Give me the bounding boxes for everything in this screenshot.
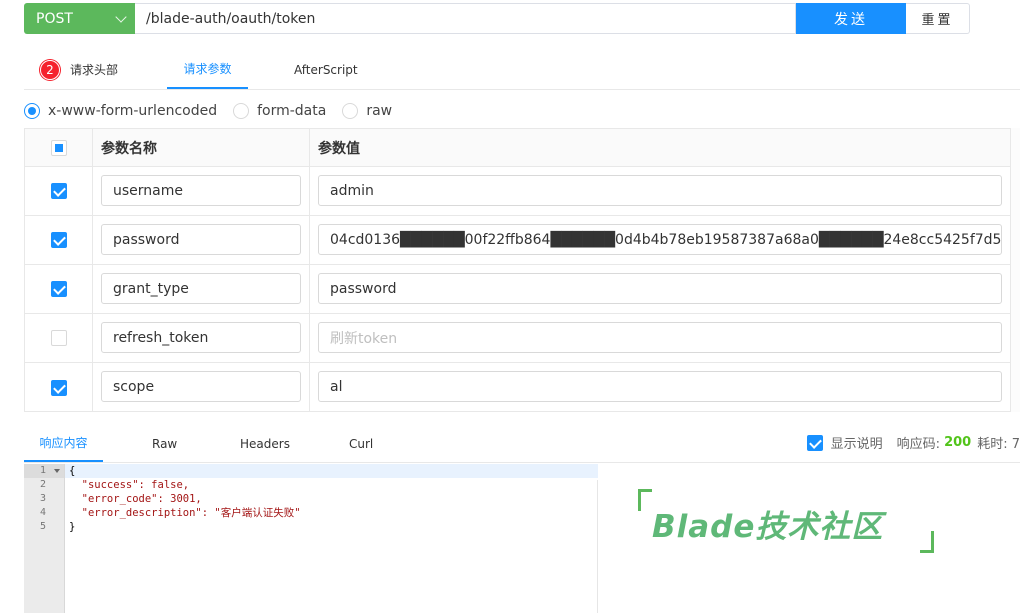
- param-name-input[interactable]: scope: [101, 371, 301, 402]
- select-all-checkbox[interactable]: [50, 139, 67, 156]
- bracket-open-icon: [638, 489, 652, 511]
- send-button[interactable]: 发送: [796, 3, 906, 34]
- param-name-input[interactable]: refresh_token: [101, 322, 301, 353]
- radio-label: raw: [366, 103, 393, 119]
- tab-label: AfterScript: [294, 62, 358, 77]
- status-code: 200: [944, 435, 972, 450]
- show-desc-label: 显示说明: [830, 437, 883, 452]
- radio-form-data[interactable]: form-data: [233, 103, 326, 119]
- select-all-cell: [25, 129, 93, 166]
- row-checkbox[interactable]: [50, 281, 67, 297]
- fold-arrow-icon[interactable]: [54, 469, 60, 473]
- row-checkbox[interactable]: [50, 379, 67, 396]
- tab-afterscript[interactable]: AfterScript: [294, 50, 358, 89]
- line-gutter: 1 2 3 4 5: [24, 464, 65, 613]
- param-value-input[interactable]: password: [318, 273, 1002, 304]
- tab-raw[interactable]: Raw: [152, 425, 177, 462]
- row-checkbox[interactable]: [50, 330, 67, 346]
- code-area: { "success": false, "error_code": 3001, …: [65, 464, 598, 534]
- radio-dot-icon: [233, 103, 250, 119]
- line-number: 5: [39, 521, 46, 532]
- watermark-text: Blade技术社区: [652, 509, 884, 545]
- url-input[interactable]: /blade-auth/oauth/token: [135, 3, 796, 34]
- code-line: "error_code": 3001,: [69, 493, 202, 505]
- code-line: "error_description": "客户端认证失败": [69, 507, 301, 519]
- request-bar: POST /blade-auth/oauth/token 发送 重置: [24, 3, 970, 34]
- param-value-input[interactable]: 刷新token: [318, 322, 1002, 353]
- radio-dot-icon: [24, 103, 40, 119]
- table-row: username admin: [25, 167, 1020, 216]
- param-value-input[interactable]: 04cd0136██████00f22ffb864██████0d4b4b78e…: [318, 224, 1002, 255]
- line-number: 3: [39, 493, 46, 504]
- table-scroll-edge: [1010, 128, 1020, 412]
- tab-request-headers[interactable]: 2 请求头部: [40, 50, 118, 89]
- code-line: {: [65, 464, 598, 478]
- table-row: password 04cd0136██████00f22ffb864██████…: [25, 216, 1020, 265]
- line-number: 1: [24, 464, 64, 478]
- watermark-logo: Blade技术社区: [632, 489, 936, 555]
- url-value: /blade-auth/oauth/token: [146, 10, 316, 27]
- table-row: grant_type password: [25, 265, 1020, 314]
- column-header-value: 参数值: [310, 129, 1011, 166]
- tab-label: 请求参数: [183, 62, 232, 76]
- method-select[interactable]: POST: [24, 3, 135, 34]
- pane-divider: [597, 480, 598, 613]
- row-checkbox[interactable]: [50, 183, 67, 199]
- param-name-input[interactable]: username: [101, 175, 301, 206]
- code-line: "success": false,: [69, 479, 190, 491]
- params-table: 参数名称 参数值 username admin password 04cd013…: [24, 128, 1020, 412]
- table-row: refresh_token 刷新token: [25, 314, 1020, 363]
- response-meta: 显示说明 响应码: 200 耗时: 7: [806, 433, 1020, 452]
- count-badge: 2: [40, 59, 60, 80]
- table-row: scope al: [25, 363, 1020, 412]
- request-tabs: 2 请求头部 请求参数 AfterScript: [24, 50, 1020, 90]
- column-header-name: 参数名称: [93, 129, 310, 166]
- bracket-close-icon: [920, 531, 934, 553]
- row-checkbox[interactable]: [50, 232, 67, 248]
- param-value-input[interactable]: admin: [318, 175, 1002, 206]
- table-header-row: 参数名称 参数值: [25, 129, 1020, 167]
- radio-dot-icon: [342, 103, 359, 119]
- tab-curl[interactable]: Curl: [349, 425, 373, 462]
- line-number: 2: [39, 479, 46, 490]
- param-name-input[interactable]: grant_type: [101, 273, 301, 304]
- tab-headers[interactable]: Headers: [240, 425, 290, 462]
- param-name-input[interactable]: password: [101, 224, 301, 255]
- radio-label: x-www-form-urlencoded: [48, 103, 218, 119]
- show-desc-checkbox[interactable]: [806, 434, 823, 451]
- tab-response-content[interactable]: 响应内容: [24, 425, 103, 462]
- tab-label: 请求头部: [70, 63, 119, 77]
- status-label: 响应码:: [896, 437, 941, 452]
- response-editor[interactable]: 1 2 3 4 5 { "success": false, "error_cod…: [24, 464, 598, 613]
- chevron-down-icon: [115, 10, 127, 23]
- line-number: 4: [39, 507, 46, 518]
- param-value-input[interactable]: al: [318, 371, 1002, 402]
- code-line: }: [69, 521, 76, 533]
- method-label: POST: [36, 10, 73, 27]
- radio-label: form-data: [257, 103, 327, 119]
- radio-urlencoded[interactable]: x-www-form-urlencoded: [24, 103, 217, 119]
- response-tabs: 响应内容 Raw Headers Curl 显示说明 响应码: 200 耗时: …: [24, 425, 1020, 463]
- reset-button[interactable]: 重置: [906, 3, 970, 34]
- tab-request-params[interactable]: 请求参数: [167, 50, 248, 89]
- time-label: 耗时: 7: [977, 437, 1020, 452]
- body-type-group: x-www-form-urlencoded form-data raw: [24, 101, 408, 121]
- radio-raw[interactable]: raw: [342, 103, 392, 119]
